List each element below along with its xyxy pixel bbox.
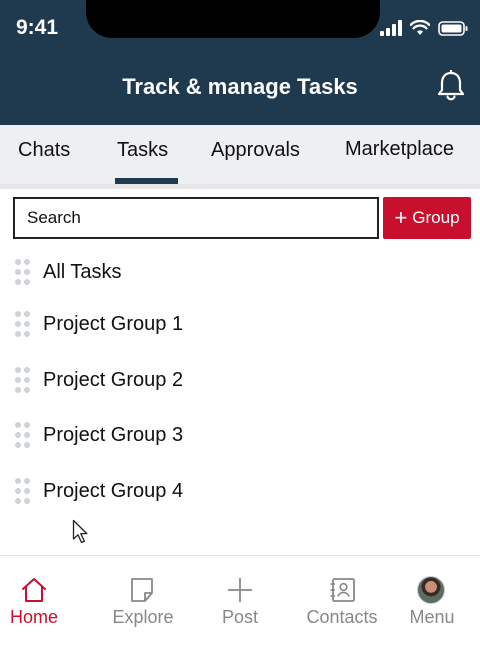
nav-menu-label: Menu bbox=[409, 607, 455, 627]
tabs-divider bbox=[0, 184, 480, 189]
wifi-icon bbox=[410, 20, 430, 35]
nav-contacts-label: Contacts bbox=[306, 607, 378, 627]
note-icon bbox=[131, 578, 153, 602]
list-item[interactable]: Project Group 3 bbox=[0, 415, 480, 455]
tab-tasks[interactable]: Tasks bbox=[117, 139, 168, 162]
plus-icon bbox=[228, 578, 252, 602]
home-icon bbox=[22, 578, 46, 602]
add-group-button[interactable]: + Group bbox=[383, 197, 471, 239]
status-icons bbox=[380, 20, 468, 36]
list-item-label: All Tasks bbox=[43, 260, 122, 283]
list-item[interactable]: Project Group 4 bbox=[0, 471, 480, 511]
list-item-label: Project Group 3 bbox=[43, 423, 184, 446]
nav-home[interactable]: Home bbox=[4, 556, 64, 646]
list-item-label: Project Group 2 bbox=[43, 368, 184, 391]
bell-icon[interactable] bbox=[436, 70, 466, 102]
list-item[interactable]: Project Group 2 bbox=[0, 360, 480, 400]
battery-icon bbox=[438, 20, 468, 36]
search-input[interactable] bbox=[13, 197, 379, 239]
nav-post[interactable]: Post bbox=[220, 556, 260, 646]
page-title: Track & manage Tasks bbox=[122, 74, 358, 99]
mouse-cursor-icon bbox=[72, 519, 88, 544]
app-header: 9:41 Track & manage Tasks bbox=[0, 0, 480, 125]
list-item-label: Project Group 1 bbox=[43, 312, 184, 335]
bottom-nav: Home Explore Post Contacts Menu bbox=[0, 556, 480, 646]
contacts-icon bbox=[330, 578, 355, 602]
tab-approvals[interactable]: Approvals bbox=[211, 139, 300, 162]
list-item[interactable]: Project Group 1 bbox=[0, 304, 480, 344]
nav-home-label: Home bbox=[9, 607, 59, 627]
status-time: 9:41 bbox=[16, 16, 59, 39]
nav-explore-label: Explore bbox=[112, 607, 174, 627]
drag-handle-icon[interactable] bbox=[15, 422, 31, 448]
nav-post-label: Post bbox=[221, 607, 259, 627]
add-group-label: Group bbox=[412, 208, 460, 227]
tab-chats[interactable]: Chats bbox=[18, 139, 70, 162]
avatar bbox=[417, 576, 445, 604]
drag-handle-icon[interactable] bbox=[15, 478, 31, 504]
list-item-label: Project Group 4 bbox=[43, 479, 184, 502]
tab-bar: Chats Tasks Approvals Marketplace bbox=[0, 125, 480, 184]
nav-contacts[interactable]: Contacts bbox=[302, 556, 382, 646]
drag-handle-icon[interactable] bbox=[15, 311, 31, 337]
drag-handle-icon[interactable] bbox=[15, 367, 31, 393]
list-item[interactable]: All Tasks bbox=[0, 252, 480, 292]
cellular-signal-icon bbox=[380, 20, 402, 36]
nav-explore[interactable]: Explore bbox=[110, 556, 176, 646]
plus-icon: + bbox=[394, 205, 408, 230]
device-notch bbox=[86, 0, 380, 38]
tab-marketplace[interactable]: Marketplace bbox=[345, 138, 454, 161]
drag-handle-icon[interactable] bbox=[15, 259, 31, 285]
nav-menu[interactable]: Menu bbox=[404, 556, 460, 646]
